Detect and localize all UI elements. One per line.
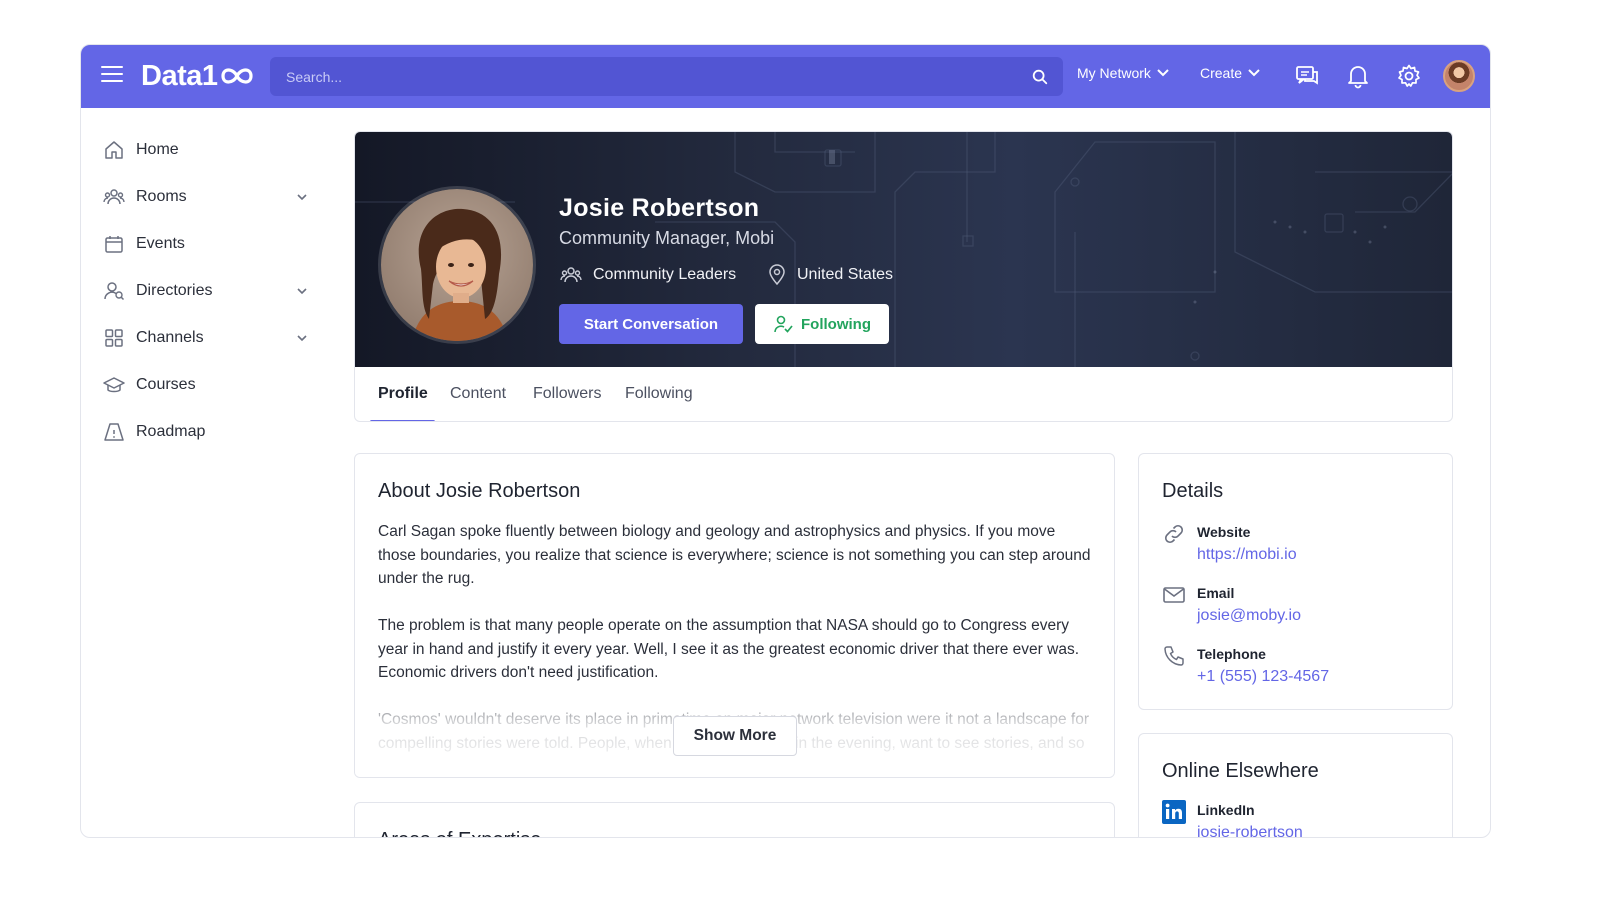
linkedin-icon: [1162, 800, 1186, 824]
sidebar-item-directories[interactable]: Directories: [103, 276, 313, 306]
details-card: Details Website https://mobi.io Email jo…: [1138, 453, 1453, 710]
email-label: Email: [1197, 585, 1235, 601]
tab-followers[interactable]: Followers: [533, 385, 601, 403]
tab-following[interactable]: Following: [625, 385, 693, 403]
sidebar-item-label: Roadmap: [136, 423, 206, 440]
chevron-down-icon: [1157, 69, 1169, 77]
about-title: About Josie Robertson: [378, 480, 581, 502]
sidebar-item-rooms[interactable]: Rooms: [103, 182, 313, 212]
app-window: Data1 My Network Create: [80, 44, 1491, 838]
phone-icon: [1164, 646, 1184, 666]
expertise-title: Areas of Expertise: [378, 829, 541, 837]
profile-group-label: Community Leaders: [593, 266, 737, 283]
profile-role: Community Manager, Mobi: [559, 228, 775, 248]
map-icon: [104, 423, 124, 441]
profile-banner: Josie Robertson Community Manager, Mobi …: [355, 132, 1452, 367]
user-search-icon: [104, 282, 125, 301]
email-link[interactable]: josie@moby.io: [1197, 607, 1301, 625]
sidebar-item-events[interactable]: Events: [103, 229, 313, 259]
active-tab-indicator: [370, 420, 435, 421]
chevron-down-icon: [1248, 69, 1260, 77]
tab-content[interactable]: Content: [450, 385, 506, 403]
profile-location: United States: [767, 264, 893, 286]
sidebar-item-label: Rooms: [136, 188, 187, 205]
my-network-label: My Network: [1077, 65, 1151, 81]
following-label: Following: [801, 315, 871, 333]
search-bar: [270, 57, 1063, 96]
profile-name: Josie Robertson: [559, 194, 760, 222]
profile-location-label: United States: [797, 266, 894, 283]
graduation-cap-icon: [103, 377, 125, 393]
logo-infinity-icon: [220, 68, 253, 84]
profile-tabs: Profile Content Followers Following: [355, 367, 1452, 421]
link-icon: [1164, 524, 1184, 544]
detail-website: Website https://mobi.io: [1162, 522, 1297, 564]
detail-linkedin: LinkedIn josie-robertson: [1162, 800, 1303, 837]
telephone-label: Telephone: [1197, 646, 1266, 662]
profile-group[interactable]: Community Leaders: [559, 264, 736, 286]
linkedin-link[interactable]: josie-robertson: [1197, 824, 1303, 837]
search-icon[interactable]: [1031, 68, 1049, 86]
chevron-down-icon[interactable]: [296, 285, 308, 297]
detail-telephone: Telephone +1 (555) 123-4567: [1162, 644, 1329, 686]
portrait-image: [381, 189, 533, 341]
search-input[interactable]: [270, 57, 1031, 96]
hamburger-menu-icon[interactable]: [101, 66, 123, 86]
sidebar-item-label: Home: [136, 141, 179, 158]
sidebar-item-label: Channels: [136, 329, 204, 346]
profile-header-card: Josie Robertson Community Manager, Mobi …: [354, 131, 1453, 422]
calendar-icon: [105, 236, 123, 253]
logo[interactable]: Data1: [141, 57, 255, 95]
expertise-card: Areas of Expertise: [354, 802, 1115, 837]
sidebar-item-home[interactable]: Home: [103, 135, 313, 165]
top-bar: Data1 My Network Create: [81, 45, 1490, 108]
website-link[interactable]: https://mobi.io: [1197, 546, 1297, 564]
create-dropdown[interactable]: Create: [1200, 65, 1260, 81]
chevron-down-icon[interactable]: [296, 332, 308, 344]
sidebar-item-courses[interactable]: Courses: [103, 370, 313, 400]
website-label: Website: [1197, 524, 1251, 540]
about-card: About Josie Robertson Carl Sagan spoke f…: [354, 453, 1115, 778]
sidebar-item-label: Courses: [136, 376, 196, 393]
linkedin-label: LinkedIn: [1197, 802, 1255, 818]
online-title: Online Elsewhere: [1162, 760, 1319, 782]
location-pin-icon: [769, 264, 785, 286]
sidebar-item-label: Directories: [136, 282, 213, 299]
bell-icon[interactable]: [1345, 63, 1371, 89]
my-network-dropdown[interactable]: My Network: [1077, 65, 1169, 81]
sidebar: Home Rooms Events Directories Channels C…: [81, 108, 331, 837]
profile-photo: [378, 186, 536, 344]
detail-email: Email josie@moby.io: [1162, 583, 1301, 625]
details-title: Details: [1162, 480, 1224, 502]
create-label: Create: [1200, 65, 1243, 81]
mail-icon: [1163, 587, 1185, 603]
sidebar-item-label: Events: [136, 235, 185, 252]
home-icon: [105, 141, 123, 159]
chevron-down-icon[interactable]: [296, 191, 308, 203]
user-avatar[interactable]: [1443, 60, 1475, 92]
sidebar-item-channels[interactable]: Channels: [103, 323, 313, 353]
sidebar-item-roadmap[interactable]: Roadmap: [103, 417, 313, 447]
settings-gear-icon[interactable]: [1396, 63, 1422, 89]
people-icon: [560, 267, 582, 283]
chat-icon[interactable]: [1294, 63, 1320, 89]
tab-profile[interactable]: Profile: [378, 385, 428, 403]
grid-icon: [105, 329, 123, 347]
telephone-link[interactable]: +1 (555) 123-4567: [1197, 668, 1329, 686]
people-icon: [103, 189, 125, 205]
following-button[interactable]: Following: [755, 304, 889, 344]
user-check-icon: [774, 315, 793, 333]
online-elsewhere-card: Online Elsewhere LinkedIn josie-robertso…: [1138, 733, 1453, 837]
logo-text: Data1: [141, 59, 218, 92]
start-conversation-button[interactable]: Start Conversation: [559, 304, 743, 344]
show-more-button[interactable]: Show More: [673, 716, 797, 756]
